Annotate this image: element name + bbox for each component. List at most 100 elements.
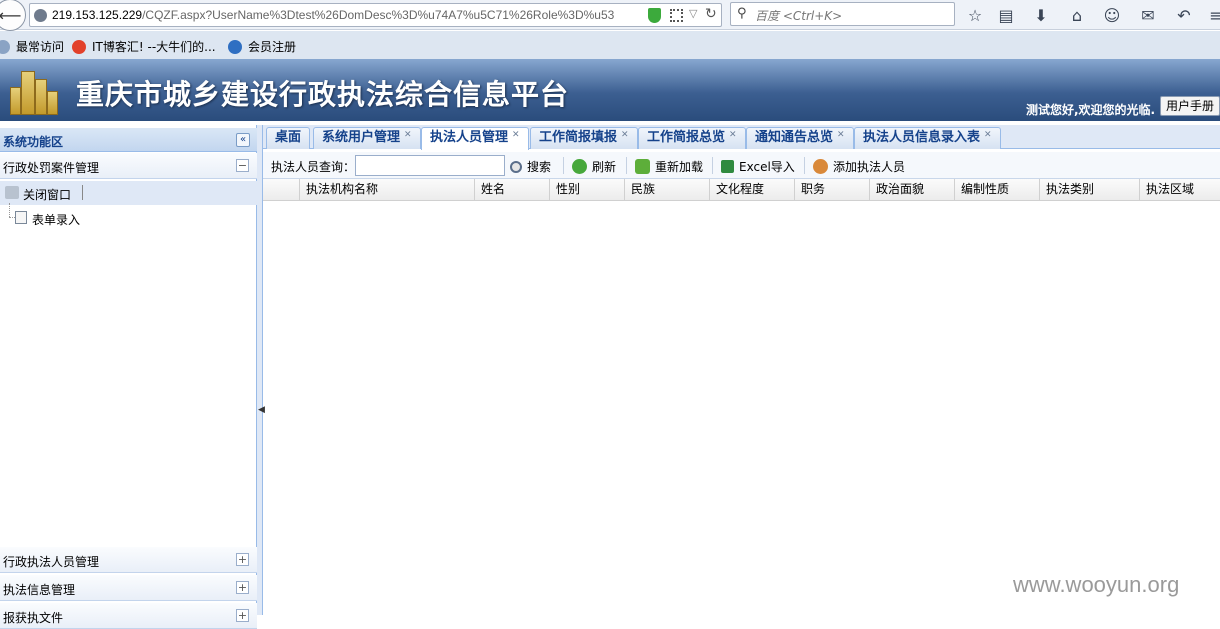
- toolbar-divider: [626, 157, 627, 174]
- column-header-enforcement-type[interactable]: 执法类别: [1040, 179, 1140, 201]
- excel-import-button[interactable]: Excel导入: [721, 158, 795, 175]
- tab-strip: 桌面 系统用户管理 ✕ 执法人员管理 ✕ 工作简报填报 ✕ 工作简报总览 ✕ 通知通告总…: [263, 125, 1220, 150]
- close-icon[interactable]: ✕: [984, 128, 992, 142]
- url-path: /CQZF.aspx?UserName%3Dtest%26DomDesc%3D%…: [142, 8, 615, 22]
- collapse-arrow-icon[interactable]: ◀: [258, 405, 265, 415]
- tab-personnel-management[interactable]: 执法人员管理 ✕: [421, 127, 529, 150]
- refresh-button[interactable]: 刷新: [572, 158, 616, 175]
- bookmark-label: 会员注册: [248, 40, 297, 54]
- tab-label: 系统用户管理: [322, 130, 401, 145]
- app-title: 重庆市城乡建设行政执法综合信息平台: [76, 78, 570, 111]
- undo-icon[interactable]: ↶: [1173, 4, 1195, 26]
- personnel-search-input[interactable]: [355, 155, 505, 176]
- grid-header: 执法机构名称 姓名 性别 民族 文化程度 职务 政治面貌 编制性质 执法类别 执…: [263, 179, 1220, 201]
- back-button[interactable]: ⟵: [0, 0, 26, 31]
- tree-item-label: 表单录入: [32, 213, 81, 227]
- bookmarks-bar: 最常访问 IT博客汇! --大牛们的... 会员注册: [0, 31, 1220, 59]
- sidebar-section-case-management[interactable]: 行政处罚案件管理 −: [0, 153, 257, 179]
- globe-icon: [34, 9, 47, 22]
- grid-toolbar: 执法人员查询： 搜索 刷新 重新加载 Excel导入 添加执法人员: [263, 152, 1220, 179]
- tree-item-close-window[interactable]: 关闭窗口: [0, 181, 257, 205]
- reload-button[interactable]: 重新加载: [635, 158, 703, 175]
- chat-icon[interactable]: ☺: [1101, 4, 1123, 26]
- star-icon[interactable]: ☆: [964, 4, 986, 26]
- close-icon[interactable]: ✕: [512, 128, 520, 142]
- close-icon[interactable]: ✕: [729, 128, 737, 142]
- column-header-ethnicity[interactable]: 民族: [625, 179, 710, 201]
- tab-label: 通知通告总览: [755, 130, 834, 145]
- column-header-position[interactable]: 职务: [795, 179, 870, 201]
- address-bar[interactable]: 219.153.125.229/CQZF.aspx?UserName%3Dtes…: [29, 3, 722, 27]
- column-header-name[interactable]: 姓名: [475, 179, 550, 201]
- button-label: 重新加载: [655, 160, 704, 174]
- column-header-education[interactable]: 文化程度: [710, 179, 795, 201]
- user-manual-button[interactable]: 用户手册: [1160, 96, 1220, 116]
- reading-list-icon[interactable]: ▤: [995, 4, 1017, 26]
- bookmark-itblog[interactable]: IT博客汇! --大牛们的...: [72, 38, 216, 55]
- expand-icon[interactable]: +: [236, 553, 249, 566]
- column-header-political-status[interactable]: 政治面貌: [870, 179, 955, 201]
- tree-item-label: 关闭窗口: [23, 188, 72, 202]
- tab-notices[interactable]: 通知通告总览 ✕: [746, 127, 854, 149]
- search-button[interactable]: 搜索: [510, 158, 551, 175]
- section-label: 行政处罚案件管理: [3, 161, 100, 175]
- grid-rownum-column: [263, 179, 300, 201]
- search-bar[interactable]: ⚲ 百度 <Ctrl+K>: [730, 2, 955, 26]
- tab-personnel-entry-form[interactable]: 执法人员信息录入表 ✕: [854, 127, 1001, 149]
- download-icon[interactable]: ⬇: [1030, 4, 1052, 26]
- bookmark-register[interactable]: 会员注册: [228, 38, 296, 55]
- qr-code-icon[interactable]: [670, 9, 683, 22]
- reload-icon[interactable]: ↻: [705, 6, 717, 22]
- expand-icon[interactable]: +: [236, 581, 249, 594]
- sidebar-section-docs[interactable]: 报获执文件 +: [0, 603, 257, 629]
- tab-desktop[interactable]: 桌面: [266, 127, 311, 149]
- close-icon[interactable]: ✕: [621, 128, 629, 142]
- sidebar-section-info[interactable]: 执法信息管理 +: [0, 575, 257, 601]
- close-icon[interactable]: ✕: [404, 128, 412, 142]
- refresh-icon: [572, 159, 587, 174]
- collapse-sidebar-icon[interactable]: «: [236, 133, 250, 147]
- bookmark-label: 最常访问: [16, 40, 65, 54]
- tab-label: 执法人员信息录入表: [863, 130, 981, 145]
- sidebar-title: 系统功能区: [3, 135, 64, 149]
- add-person-button[interactable]: 添加执法人员: [813, 158, 905, 175]
- shield-icon[interactable]: [648, 8, 661, 23]
- close-icon[interactable]: ✕: [837, 128, 845, 142]
- sidebar: 系统功能区 « 行政处罚案件管理 − 关闭窗口 表单录入 行政执法人员管理 + …: [0, 125, 257, 629]
- comment-icon[interactable]: ✉: [1137, 4, 1159, 26]
- weibo-icon: [72, 39, 86, 54]
- query-label: 执法人员查询：: [271, 160, 356, 174]
- column-header-staffing[interactable]: 编制性质: [955, 179, 1040, 201]
- column-header-gender[interactable]: 性别: [550, 179, 625, 201]
- bookmark-most-visited[interactable]: 最常访问: [0, 38, 64, 55]
- column-header-agency[interactable]: 执法机构名称: [300, 179, 475, 201]
- excel-icon: [721, 160, 734, 173]
- tab-label: 工作简报总览: [647, 130, 726, 145]
- add-user-icon: [813, 159, 828, 174]
- section-label: 执法信息管理: [3, 583, 76, 597]
- dropdown-arrow-icon[interactable]: ▽: [689, 7, 697, 20]
- menu-icon[interactable]: ≡: [1205, 4, 1220, 26]
- button-label: 添加执法人员: [833, 160, 906, 174]
- tab-work-report-overview[interactable]: 工作简报总览 ✕: [638, 127, 746, 149]
- search-placeholder: 百度 <Ctrl+K>: [755, 9, 843, 23]
- window-icon: [5, 186, 19, 199]
- tab-label: 工作简报填报: [539, 130, 618, 145]
- tab-system-users[interactable]: 系统用户管理 ✕: [313, 127, 421, 149]
- bookmark-label: IT博客汇! --大牛们的...: [92, 40, 216, 54]
- section-label: 行政执法人员管理: [3, 555, 100, 569]
- sidebar-section-personnel[interactable]: 行政执法人员管理 +: [0, 547, 257, 573]
- column-header-enforcement-area[interactable]: 执法区域: [1140, 179, 1220, 201]
- expand-icon[interactable]: +: [236, 609, 249, 622]
- sidebar-header: 系统功能区 «: [0, 128, 257, 152]
- tree-line: [9, 203, 10, 217]
- collapse-icon[interactable]: −: [236, 159, 249, 172]
- tab-work-report-fill[interactable]: 工作简报填报 ✕: [530, 127, 638, 149]
- toolbar-divider: [563, 157, 564, 174]
- tree-item-form-entry[interactable]: 表单录入: [0, 203, 257, 229]
- watermark: www.wooyun.org: [1013, 572, 1180, 597]
- url-text[interactable]: 219.153.125.229/CQZF.aspx?UserName%3Dtes…: [52, 8, 662, 22]
- divider: [82, 185, 83, 200]
- home-icon[interactable]: ⌂: [1066, 4, 1088, 26]
- reload-icon: [635, 159, 650, 174]
